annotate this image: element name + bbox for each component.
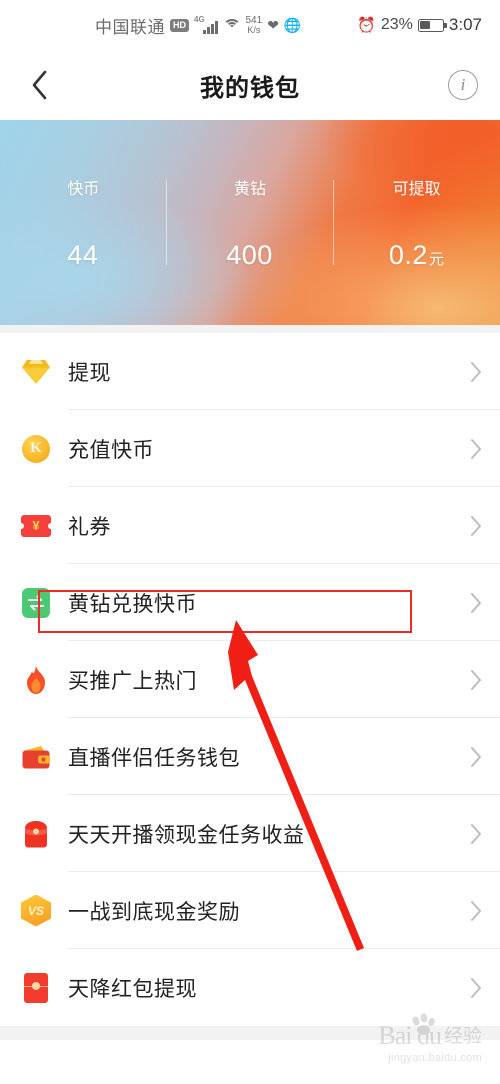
chevron-left-icon [32, 70, 46, 100]
alarm-clock-icon: ⏰ [357, 16, 376, 34]
back-button[interactable] [22, 68, 56, 102]
battery-icon [417, 18, 447, 32]
wallet-icon [18, 739, 54, 775]
stat-value-wrap: 44 [67, 240, 99, 271]
signal-bars-icon [203, 21, 218, 34]
clock-label: 3:07 [448, 15, 482, 34]
chevron-right-icon [471, 592, 482, 613]
chevron-right-icon [471, 900, 482, 921]
hd-badge: HD [170, 18, 189, 32]
list-item-vs-cash-reward[interactable]: VS 一战到底现金奖励 [0, 872, 500, 949]
list-item-coupon[interactable]: ¥ 礼券 [0, 487, 500, 564]
stat-unit: 元 [428, 251, 445, 268]
stat-value: 44 [67, 240, 99, 270]
section-separator [0, 325, 500, 333]
network-type-label: 4G [194, 15, 205, 24]
stat-huangzuan[interactable]: 黄钻 400 [167, 120, 334, 325]
chevron-right-icon [471, 977, 482, 998]
vs-badge-text: VS [21, 894, 51, 927]
k-coin-icon: K [18, 431, 54, 467]
status-bar-left: 中国联通 HD 4G 541 K/s ❤ 🌐 [95, 0, 301, 50]
exchange-badge [22, 587, 50, 618]
k-coin-glyph: K [22, 434, 50, 463]
network-speed-indicator: 541 K/s [245, 14, 263, 35]
battery-percent-label: 23% [380, 16, 413, 33]
stat-label: 可提取 [392, 181, 441, 198]
diamond-icon [18, 354, 54, 390]
signal-strength-icon: 4G [194, 15, 218, 34]
list-item-daily-live-cash-task[interactable]: 天天开播领现金任务收益 [0, 795, 500, 872]
chevron-right-icon [471, 669, 482, 690]
red-envelope-body [24, 972, 48, 1003]
list-item-withdraw[interactable]: 提现 [0, 333, 500, 410]
list-item-buy-promotion[interactable]: 买推广上热门 [0, 641, 500, 718]
info-button[interactable]: i [448, 70, 478, 100]
list-item-live-companion-task-wallet[interactable]: 直播伴侣任务钱包 [0, 718, 500, 795]
vs-badge-icon: VS [18, 893, 54, 929]
list-item-label: 充值快币 [68, 438, 154, 462]
stat-value-wrap: 0.2 元 [389, 240, 445, 271]
stat-label: 黄钻 [233, 181, 266, 198]
chevron-right-icon [471, 438, 482, 459]
exchange-icon [18, 585, 54, 621]
wallet-balance-banner: 快币 44 黄钻 400 可提取 0.2 元 [0, 120, 500, 325]
banner-divider-2 [333, 180, 334, 265]
flame-icon [18, 662, 54, 698]
red-envelope-icon [18, 970, 54, 1006]
list-item-label: 黄钻兑换快币 [68, 592, 197, 616]
banner-divider-1 [166, 180, 167, 265]
balance-stats: 快币 44 黄钻 400 可提取 0.2 元 [0, 120, 500, 325]
gift-pouch-icon [18, 816, 54, 852]
stat-label: 快币 [67, 181, 100, 198]
list-item-label: 天降红包提现 [68, 977, 197, 1001]
stat-value: 0.2 [388, 240, 428, 270]
wifi-icon [222, 18, 241, 32]
chevron-right-icon [471, 823, 482, 844]
stat-kuaibi[interactable]: 快币 44 [0, 120, 167, 325]
list-item-label: 礼券 [68, 515, 111, 539]
page-title: 我的钱包 [200, 74, 300, 102]
carrier-label: 中国联通 [95, 17, 165, 37]
stat-value-wrap: 400 [226, 240, 274, 271]
list-item-label: 提现 [68, 361, 111, 385]
list-item-label: 直播伴侣任务钱包 [68, 746, 240, 770]
list-item-sky-red-packet-withdraw[interactable]: 天降红包提现 [0, 949, 500, 1026]
network-speed-unit: K/s [247, 24, 261, 35]
list-item-exchange-huangzuan-to-kuaibi[interactable]: 黄钻兑换快币 [0, 564, 500, 641]
status-bar-right: ⏰ 23% 3:07 [357, 0, 482, 50]
list-item-label: 天天开播领现金任务收益 [68, 823, 305, 847]
wallet-menu-list: 提现 K 充值快币 ¥ 礼券 黄钻兑换快币 买推广上热门 直播伴侣任务钱包 天天… [0, 333, 500, 1026]
chevron-right-icon [471, 746, 482, 767]
list-item-label: 买推广上热门 [68, 669, 197, 693]
status-bar: 中国联通 HD 4G 541 K/s ❤ 🌐 ⏰ 23% 3:07 [0, 0, 500, 50]
heart-icon: ❤ [267, 17, 279, 33]
globe-icon: 🌐 [283, 17, 302, 33]
info-icon: i [460, 75, 466, 94]
list-item-recharge-kuaibi[interactable]: K 充值快币 [0, 410, 500, 487]
chevron-right-icon [471, 361, 482, 382]
list-item-label: 一战到底现金奖励 [68, 900, 240, 924]
network-speed-value: 541 [245, 14, 263, 26]
coupon-ticket-icon: ¥ [18, 508, 54, 544]
nav-bar: 我的钱包 i [0, 50, 500, 120]
coupon-ticket-body: ¥ [18, 514, 54, 537]
watermark-url: jingyan.baidu.com [388, 1052, 482, 1064]
stat-value: 400 [226, 240, 273, 270]
chevron-right-icon [471, 515, 482, 536]
bottom-separator [0, 1026, 500, 1040]
stat-withdrawable[interactable]: 可提取 0.2 元 [333, 120, 500, 325]
